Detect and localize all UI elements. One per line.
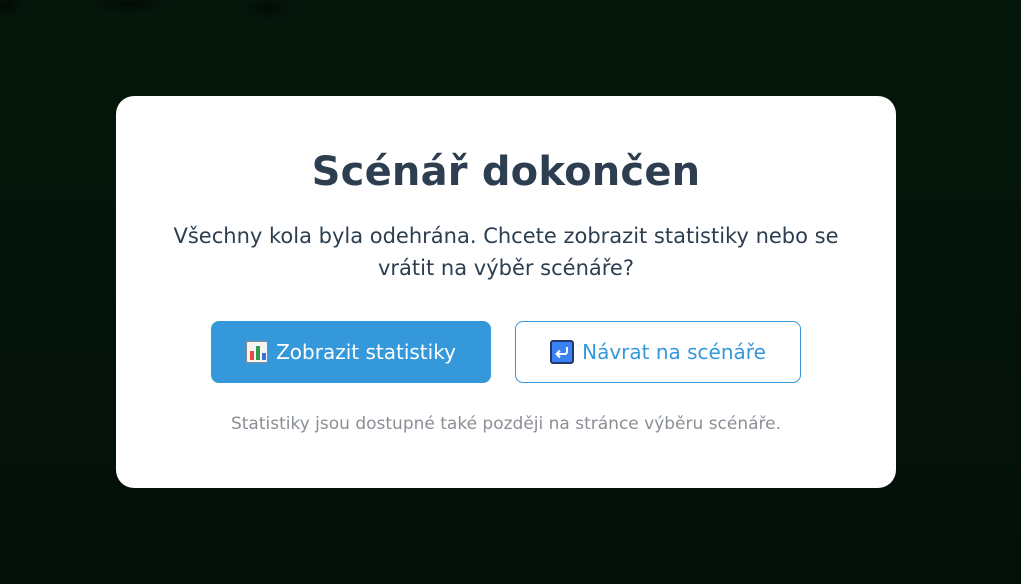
dialog-note: Statistiky jsou dostupné také později na… [230,414,782,434]
back-to-scenarios-button[interactable]: Návrat na scénáře [515,321,801,383]
back-to-scenarios-label: Návrat na scénáře [582,340,766,364]
return-arrow-icon [550,340,575,364]
dialog-title: Scénář dokončen [311,149,701,195]
show-statistics-button[interactable]: Zobrazit statistiky [211,321,491,383]
scenario-complete-dialog: Scénář dokončen Všechny kola byla odehrá… [116,96,896,488]
bar-chart-icon [246,341,269,363]
dialog-message: Všechny kola byla odehrána. Chcete zobra… [173,224,839,280]
show-statistics-label: Zobrazit statistiky [276,340,456,364]
